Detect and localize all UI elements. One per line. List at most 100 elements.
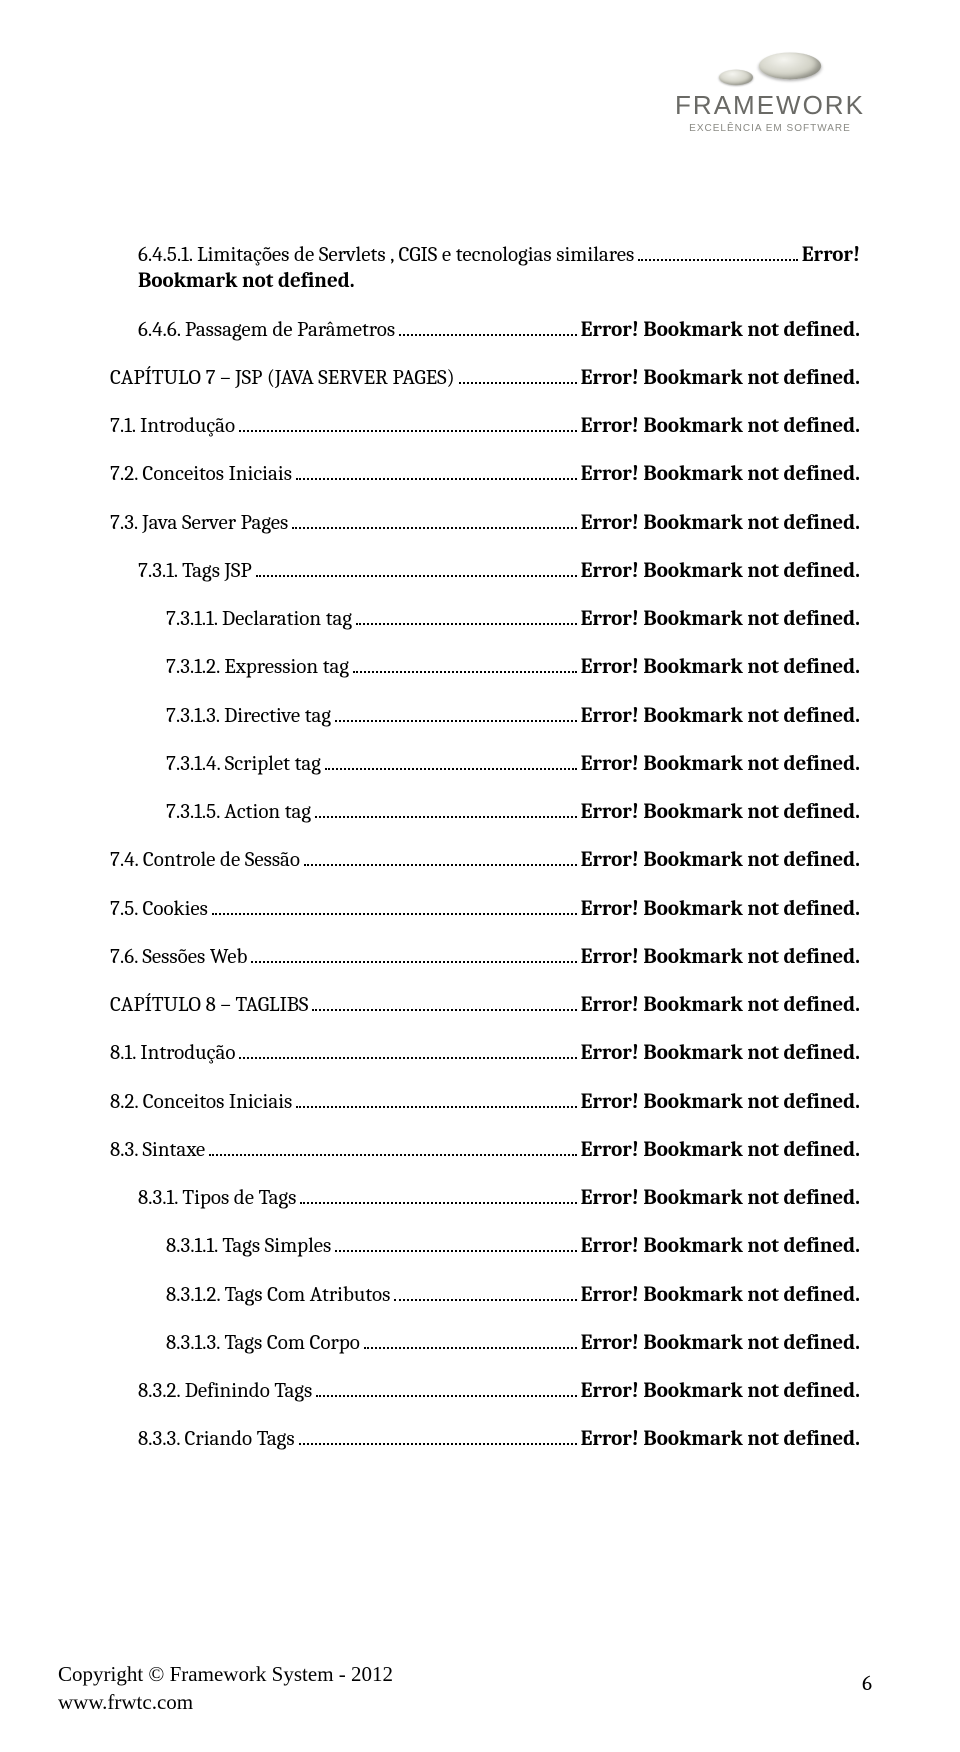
toc-leader-dots [638,259,798,261]
toc-entry: 8.3.1.3. Tags Com Corpo Error! Bookmark n… [110,1330,860,1356]
logo-icon [640,46,900,84]
toc-entry-label: 8.3.1. Tipos de Tags [138,1185,296,1211]
toc-entry-error: Error! Bookmark not defined. [581,751,860,777]
logo-block: FRAMEWORK EXCELÊNCIA EM SOFTWARE [640,46,900,134]
toc-entry-label: 8.2. Conceitos Iniciais [110,1089,292,1115]
toc-entry-error: Error! Bookmark not defined. [581,1426,860,1452]
page: FRAMEWORK EXCELÊNCIA EM SOFTWARE 6.4.5.1… [0,0,960,1752]
toc-leader-dots [304,864,577,866]
toc-entry-label: 8.3. Sintaxe [110,1137,205,1163]
footer-page-number: 6 [862,1672,872,1696]
toc-entry-label: CAPÍTULO 7 – JSP (JAVA SERVER PAGES) [110,365,455,391]
toc-entry-label: 7.3.1.1. Declaration tag [166,606,352,632]
toc-entry-label: 7.4. Controle de Sessão [110,847,300,873]
toc-entry-label: 8.3.1.1. Tags Simples [166,1233,331,1259]
toc-leader-dots [335,1250,576,1252]
toc-leader-dots [299,1443,577,1445]
toc-leader-dots [353,671,577,673]
toc-entry-label: 8.3.3. Criando Tags [138,1426,295,1452]
toc-entry: 7.3.1.1. Declaration tag Error! Bookmark … [110,606,860,632]
toc-entry-label: 8.3.1.2. Tags Com Atributos [166,1282,390,1308]
toc-entry: 8.3.1.1. Tags Simples Error! Bookmark not… [110,1233,860,1259]
toc-entry-label: 7.3.1.2. Expression tag [166,654,349,680]
toc-leader-dots [399,334,577,336]
toc-leader-dots [251,961,576,963]
toc-entry-error: Error! Bookmark not defined. [581,992,860,1018]
toc-entry: 7.1. IntroduçãoError! Bookmark not defin… [110,413,860,439]
toc-entry: 7.3.1.2. Expression tag Error! Bookmark n… [110,654,860,680]
toc-entry: CAPÍTULO 7 – JSP (JAVA SERVER PAGES) Erro… [110,365,860,391]
footer-left: Copyright © Framework System - 2012 www.… [58,1661,393,1716]
logo-tagline: EXCELÊNCIA EM SOFTWARE [640,123,900,134]
toc-entry-error: Error! Bookmark not defined. [581,317,860,343]
toc-entry-label: 8.3.1.3. Tags Com Corpo [166,1330,360,1356]
toc-entry-error: Error! Bookmark not defined. [581,1233,860,1259]
toc-entry: 8.1. Introdução Error! Bookmark not defin… [110,1040,860,1066]
footer-url: www.frwtc.com [58,1689,393,1716]
toc-entry-error: Error! Bookmark not defined. [581,606,860,632]
toc-leader-dots [459,382,577,384]
toc-entry: 7.6. Sessões Web Error! Bookmark not defi… [110,944,860,970]
toc-entry-error: Error! Bookmark not defined. [581,703,860,729]
toc-leader-dots [239,430,577,432]
toc-entry-error: Error! Bookmark not defined. [581,944,860,970]
toc-entry-label: 7.3.1.3. Directive tag [166,703,331,729]
toc-entry-label: 7.6. Sessões Web [110,944,247,970]
toc-entry-label: 6.4.5.1. Limitações de Servlets , CGIS e… [138,242,634,268]
toc-entry-error: Error! Bookmark not defined. [581,1040,860,1066]
toc-leader-dots [394,1299,576,1301]
toc-leader-dots [316,1395,576,1397]
toc-entry-error: Error! Bookmark not defined. [581,1330,860,1356]
toc-leader-dots [356,623,577,625]
toc-leader-dots [296,478,577,480]
toc-entry: 7.3.1.4. Scriplet tagError! Bookmark not… [110,751,860,777]
toc-entry-label: 7.5. Cookies [110,896,208,922]
coin-small-icon [718,70,754,86]
toc-entry-error: Error! Bookmark not defined. [581,461,860,487]
toc-entry-error: Error! Bookmark not defined. [581,1378,860,1404]
toc-leader-dots [209,1154,576,1156]
toc-entry-label: 7.1. Introdução [110,413,235,439]
toc-entry: 7.4. Controle de SessãoError! Bookmark n… [110,847,860,873]
toc-entry: 7.3.1. Tags JSP Error! Bookmark not defin… [110,558,860,584]
toc-entry: 6.4.6. Passagem de ParâmetrosError! Book… [110,317,860,343]
toc-entry-error: Error! Bookmark not defined. [581,1089,860,1115]
toc-entry: CAPÍTULO 8 – TAGLIBS Error! Bookmark not … [110,992,860,1018]
toc-leader-dots [256,575,577,577]
toc-entry-label: 8.3.2. Definindo Tags [138,1378,312,1404]
toc-entry: 7.5. CookiesError! Bookmark not defined. [110,896,860,922]
toc-entry-error: Error! Bookmark not defined. [581,365,860,391]
toc-entry-label: 7.3. Java Server Pages [110,510,288,536]
toc-entry-label: CAPÍTULO 8 – TAGLIBS [110,992,308,1018]
toc-entry: 7.3.1.5. Action tag Error! Bookmark not d… [110,799,860,825]
toc-entry-error: Error! Bookmark not defined. [581,1137,860,1163]
toc-leader-dots [212,913,577,915]
toc-leader-dots [335,720,577,722]
toc-entry-error: Error! Bookmark not defined. [581,558,860,584]
toc-entry-label: 7.3.1.5. Action tag [166,799,311,825]
toc-entry-label: 8.1. Introdução [110,1040,235,1066]
toc-entry-error: Error! Bookmark not defined. [581,1185,860,1211]
toc-entry: 8.2. Conceitos Iniciais Error! Bookmark n… [110,1089,860,1115]
toc-entry: 7.3. Java Server Pages Error! Bookmark no… [110,510,860,536]
toc-entry-error: Error! [802,242,860,268]
toc-entry: 8.3.2. Definindo Tags Error! Bookmark not… [110,1378,860,1404]
toc-leader-dots [325,768,577,770]
toc-leader-dots [292,527,576,529]
toc-entry-error-line2: Bookmark not defined. [138,268,860,294]
toc-entry: 8.3.1. Tipos de Tags Error! Bookmark not … [110,1185,860,1211]
footer-copyright: Copyright © Framework System - 2012 [58,1661,393,1688]
coin-big-icon [757,52,823,79]
toc-entry-error: Error! Bookmark not defined. [581,799,860,825]
toc-entry-error: Error! Bookmark not defined. [581,654,860,680]
toc-entry-error: Error! Bookmark not defined. [581,510,860,536]
table-of-contents: 6.4.5.1. Limitações de Servlets , CGIS e… [110,242,860,1453]
toc-entry: 7.2. Conceitos Iniciais Error! Bookmark n… [110,461,860,487]
toc-leader-dots [296,1106,576,1108]
toc-entry: 8.3. Sintaxe Error! Bookmark not defined. [110,1137,860,1163]
logo-brand: FRAMEWORK [640,90,900,121]
toc-leader-dots [239,1057,576,1059]
toc-entry-label: 7.2. Conceitos Iniciais [110,461,292,487]
toc-leader-dots [300,1202,576,1204]
toc-entry-label: 7.3.1. Tags JSP [138,558,252,584]
